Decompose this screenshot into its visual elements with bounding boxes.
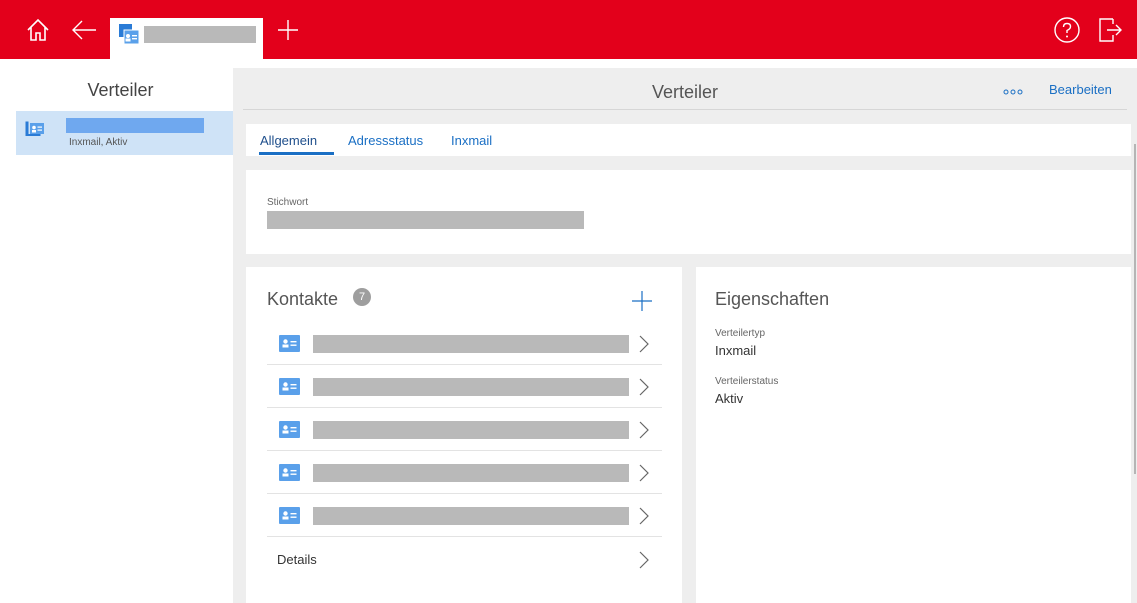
contact-row[interactable] (267, 451, 662, 494)
contact-name-redacted (313, 421, 629, 439)
top-bar (0, 0, 1137, 59)
contact-name-redacted (313, 464, 629, 482)
keyword-label: Stichwort (267, 197, 309, 208)
contact-card-icon (279, 421, 300, 438)
chevron-right-icon (637, 463, 651, 483)
contacts-count-badge: 7 (353, 288, 371, 306)
distribution-type-value: Inxmail (715, 343, 757, 358)
plus-icon[interactable] (272, 0, 304, 59)
keyword-value-redacted (267, 211, 584, 229)
distribution-type-label: Verteilertyp (715, 328, 766, 339)
contacts-title: Kontakte (267, 289, 339, 309)
distribution-status-label: Verteilerstatus (715, 376, 779, 387)
detail-pane: Verteiler Bearbeiten Allgemein Adresssta… (233, 68, 1137, 603)
tab-allgemein[interactable]: Allgemein (260, 133, 317, 148)
tab-bar: Allgemein Adressstatus Inxmail (246, 124, 1131, 156)
plus-icon[interactable] (630, 289, 654, 313)
contact-row[interactable] (267, 494, 662, 537)
list-item-title-redacted (66, 118, 204, 133)
distribution-list-icon (118, 23, 140, 45)
help-circle-icon[interactable] (1050, 0, 1084, 59)
active-tab-indicator (259, 152, 334, 155)
distribution-list-icon (25, 121, 45, 139)
tab-inxmail[interactable]: Inxmail (451, 133, 492, 148)
keyword-card: Stichwort (246, 170, 1131, 254)
chevron-right-icon (637, 506, 651, 526)
properties-title: Eigenschaften (715, 289, 830, 309)
home-icon[interactable] (20, 0, 56, 59)
page-title: Verteiler (651, 82, 719, 102)
contact-row[interactable] (267, 365, 662, 408)
properties-card: Eigenschaften Verteilertyp Inxmail Verte… (696, 267, 1131, 603)
list-item-distribution[interactable]: Inxmail, Aktiv (16, 111, 233, 155)
chevron-right-icon (637, 550, 651, 570)
details-label: Details (277, 552, 317, 567)
contact-card-icon (279, 378, 300, 395)
contacts-details-row[interactable]: Details (267, 538, 662, 581)
chevron-right-icon (637, 334, 651, 354)
contact-name-redacted (313, 335, 629, 353)
contact-card-icon (279, 464, 300, 481)
tab-title-redacted (144, 26, 256, 43)
list-item-subtitle: Inxmail, Aktiv (69, 137, 128, 148)
contact-row[interactable] (267, 322, 662, 365)
header-divider (243, 109, 1127, 110)
arrow-left-icon[interactable] (66, 0, 102, 59)
contact-card-icon (279, 507, 300, 524)
vertical-scrollbar[interactable] (1133, 124, 1137, 603)
scrollbar-thumb[interactable] (1134, 144, 1136, 474)
contact-name-redacted (313, 378, 629, 396)
open-tab-distribution-list[interactable] (110, 18, 263, 59)
more-dots-icon[interactable] (1003, 85, 1023, 97)
contact-row[interactable] (267, 408, 662, 451)
left-pane: Verteiler Inxmail, Aktiv (8, 68, 233, 603)
contact-card-icon (279, 335, 300, 352)
tab-adressstatus[interactable]: Adressstatus (348, 133, 423, 148)
chevron-right-icon (637, 420, 651, 440)
contact-name-redacted (313, 507, 629, 525)
logout-icon[interactable] (1094, 0, 1126, 59)
left-pane-title: Verteiler (87, 80, 154, 100)
edit-button[interactable]: Bearbeiten (1049, 82, 1112, 97)
distribution-status-value: Aktiv (715, 391, 744, 406)
chevron-right-icon (637, 377, 651, 397)
contacts-card: Kontakte 7 Details (246, 267, 682, 603)
